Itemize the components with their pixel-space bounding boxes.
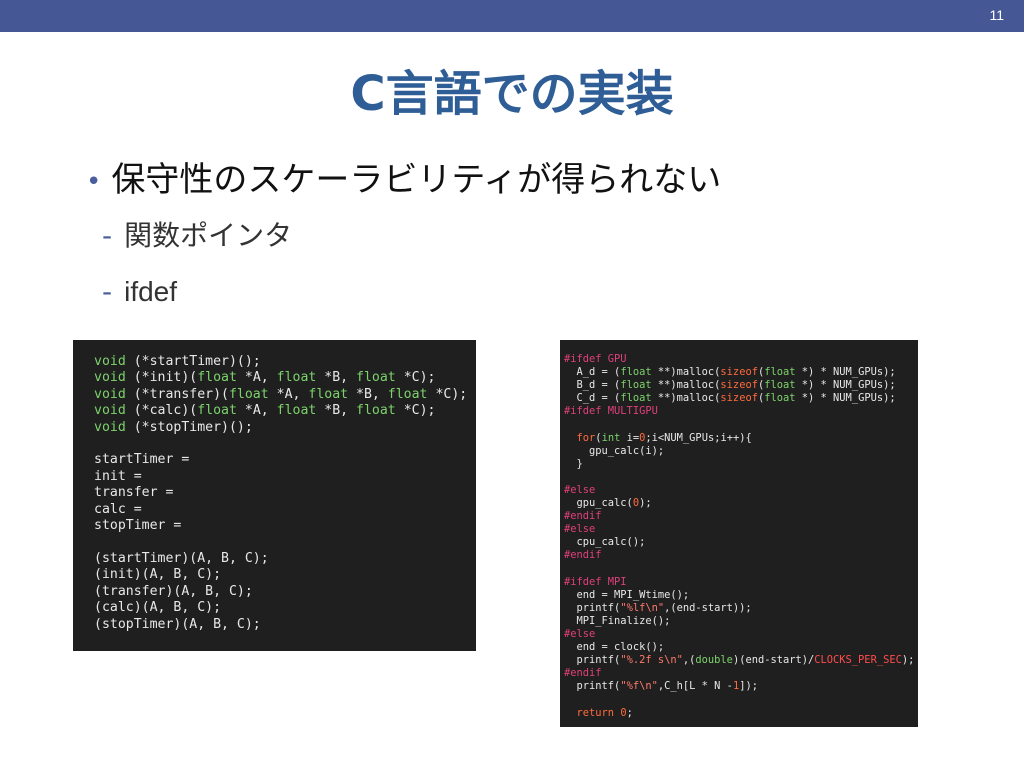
code-line: end = MPI_Wtime(); [564,588,690,601]
code-line: C_d = (float **)malloc(sizeof(float *) *… [564,392,896,405]
code-line: stopTimer = [94,518,182,534]
header-bar: 11 [0,0,1024,32]
code-line: (stopTimer)(A, B, C); [94,616,261,632]
bullet-text: 保守性のスケーラビリティが得られない [111,160,722,200]
dash-icon: - [102,219,113,252]
code-line: calc = [94,501,142,517]
subbullet-item: - ifdef [102,274,177,310]
subbullet-item: - 関数ポインタ [102,218,292,254]
page-number: 11 [989,7,1004,23]
code-line: #endif [564,549,602,562]
code-line: MPI_Finalize(); [564,614,671,627]
code-line: printf("%.2f s\n",(double)(end-start)/CL… [564,654,915,667]
code-line: void (*calc)(float *A, float *B, float *… [94,403,436,419]
subbullet-text: ifdef [124,276,178,307]
code-line: B_d = (float **)malloc(sizeof(float *) *… [564,379,896,392]
code-line: gpu_calc(i); [564,444,665,457]
dash-icon: - [102,275,113,308]
code-line: for(int i=0;i<NUM_GPUs;i++){ [576,431,752,444]
code-line: (startTimer)(A, B, C); [94,550,269,566]
bullet-item: • 保守性のスケーラビリティが得られない [86,158,721,204]
code-line: (calc)(A, B, C); [94,600,222,616]
code-line: #ifdef GPU [564,353,627,365]
code-line: A_d = (float **)malloc(sizeof(float *) *… [564,366,896,379]
code-line: #ifdef MULTIGPU [564,405,658,418]
subbullet-text: 関数ポインタ [124,219,293,252]
code-line: gpu_calc(0); [564,497,652,510]
code-line: printf("%f\n",C_h[L * N -1]); [564,680,758,693]
code-line: void (*startTimer)(); [94,354,261,369]
code-line: (init)(A, B, C); [94,567,222,583]
code-line: #endif [564,667,602,680]
code-line: (transfer)(A, B, C); [94,583,253,599]
code-screenshot-function-pointers: void (*startTimer)(); void (*init)(float … [73,340,476,651]
code-line: void (*transfer)(float *A, float *B, flo… [94,386,468,402]
bullet-dot-icon: • [86,166,102,197]
slide-title: C言語での実装 [350,66,674,122]
code-screenshot-ifdef: #ifdef GPU A_d = (float **)malloc(sizeof… [560,340,918,727]
code-line: end = clock(); [564,641,665,654]
code-line: #else [564,523,596,536]
code-line: } [564,457,583,470]
code-line: transfer = [94,485,174,501]
code-line: startTimer = [94,452,190,468]
code-line: #ifdef MPI [564,575,627,588]
code-line: void (*init)(float *A, float *B, float *… [94,370,436,386]
code-line: printf("%lf\n",(end-start)); [564,601,752,614]
code-line: #else [564,627,596,640]
code-line: cpu_calc(); [564,536,646,549]
code-line: init = [94,468,142,484]
code-line: #else [564,483,596,496]
code-line: void (*stopTimer)(); [94,419,253,435]
code-line: return 0; [576,706,633,719]
code-line: #endif [564,510,602,523]
